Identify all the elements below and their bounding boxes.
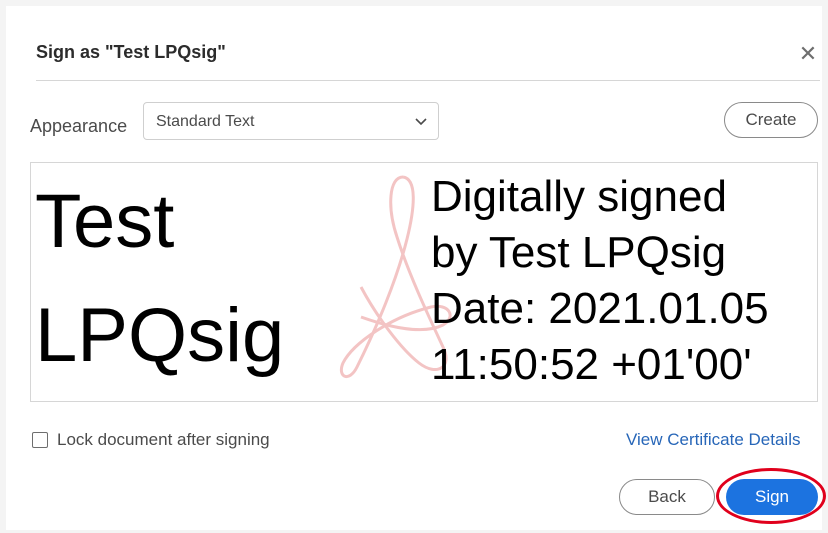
create-button[interactable]: Create xyxy=(724,102,818,138)
view-certificate-details-link[interactable]: View Certificate Details xyxy=(626,430,800,450)
chevron-down-icon xyxy=(415,118,427,126)
lock-document-option[interactable]: Lock document after signing xyxy=(32,430,270,450)
close-icon[interactable]: ✕ xyxy=(796,41,820,66)
appearance-selected-value: Standard Text xyxy=(156,113,255,130)
lock-document-checkbox[interactable] xyxy=(32,432,48,448)
sign-dialog: Sign as "Test LPQsig" ✕ Appearance Stand… xyxy=(6,6,826,530)
signature-name: Test LPQsig xyxy=(35,179,285,378)
lock-document-label: Lock document after signing xyxy=(57,430,270,449)
appearance-label: Appearance xyxy=(30,116,128,136)
signature-details: Digitally signed by Test LPQsig Date: 20… xyxy=(431,172,769,389)
signature-preview: Test LPQsig Digitally signed by Test LPQ… xyxy=(30,162,818,402)
title-divider xyxy=(36,80,820,81)
dialog-title: Sign as "Test LPQsig" xyxy=(36,42,226,62)
sign-button[interactable]: Sign xyxy=(726,479,818,515)
appearance-select[interactable]: Standard Text xyxy=(143,102,439,140)
back-button[interactable]: Back xyxy=(619,479,715,515)
